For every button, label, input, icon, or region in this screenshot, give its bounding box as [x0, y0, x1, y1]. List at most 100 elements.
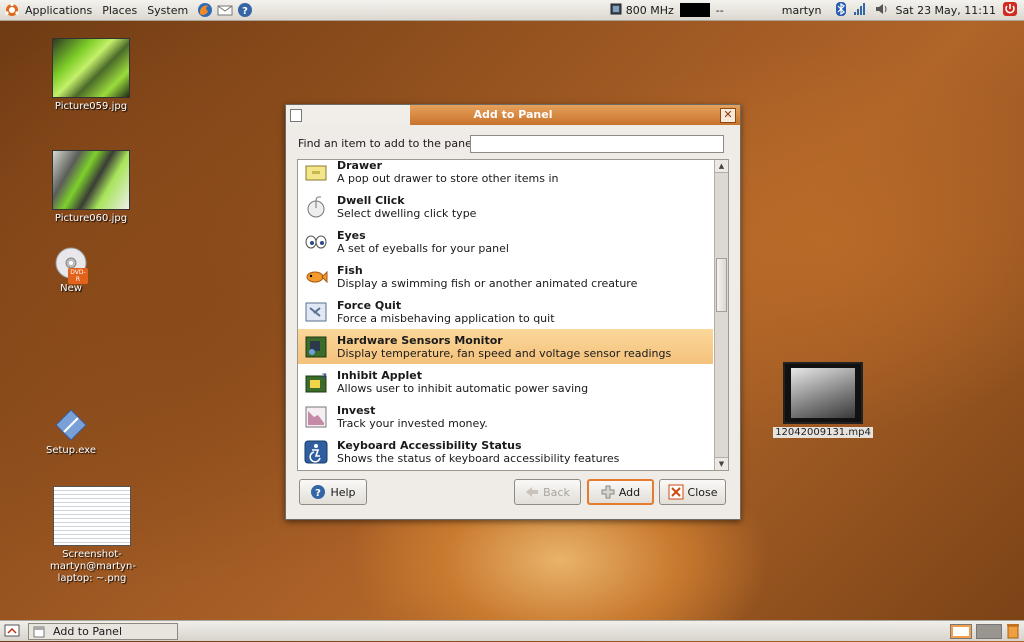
- cpu-chip-icon[interactable]: [608, 1, 624, 20]
- item-title: Force Quit: [337, 298, 402, 312]
- list-item[interactable]: Force Quit Force a misbehaving applicatio…: [298, 294, 713, 329]
- desktop-icon-label: Setup.exe: [45, 445, 97, 456]
- video-thumbnail: [783, 362, 863, 424]
- item-title: Inhibit Applet: [337, 368, 423, 382]
- item-title: Hardware Sensors Monitor: [337, 333, 503, 347]
- item-description: A pop out drawer to store other items in: [337, 171, 559, 185]
- list-item-selected[interactable]: Hardware Sensors Monitor Display temperat…: [298, 329, 713, 364]
- item-description: A set of eyeballs for your panel: [337, 241, 509, 255]
- help-icon: ?: [310, 484, 326, 500]
- titlebar-inactive-area: [286, 105, 410, 125]
- force-quit-icon: [304, 300, 328, 324]
- list-item[interactable]: Drawer A pop out drawer to store other it…: [298, 159, 713, 189]
- desktop-icon-label: Picture059.jpg: [54, 101, 128, 112]
- eyes-icon: [304, 230, 328, 254]
- executable-icon: [54, 408, 88, 442]
- invest-chart-icon: [304, 405, 328, 429]
- window-menu-icon[interactable]: [290, 109, 302, 122]
- help-button-label: Help: [330, 485, 356, 499]
- close-icon[interactable]: ✕: [720, 108, 736, 123]
- svg-text:z: z: [322, 371, 327, 380]
- item-title: Dwell Click: [337, 193, 405, 207]
- cpu-separator: --: [715, 3, 724, 17]
- back-button[interactable]: Back: [514, 479, 581, 505]
- show-desktop-icon[interactable]: [4, 623, 20, 642]
- desktop-icon-setup-exe[interactable]: Setup.exe: [36, 408, 106, 456]
- user-name[interactable]: martyn: [782, 4, 822, 17]
- power-icon[interactable]: [1002, 1, 1018, 20]
- find-input[interactable]: [470, 135, 724, 153]
- item-description: Display a swimming fish or another anima…: [337, 276, 638, 290]
- back-button-label: Back: [543, 485, 570, 499]
- scrollbar-thumb[interactable]: [716, 258, 727, 312]
- list-item[interactable]: Dwell Click Select dwelling click type: [298, 189, 713, 224]
- desktop-icon-screenshot[interactable]: Screenshot-martyn@martyn-laptop: ~.png: [30, 486, 154, 585]
- accessibility-icon: [304, 440, 328, 464]
- list-item[interactable]: z Inhibit Applet Allows user to inhibit a…: [298, 364, 713, 399]
- volume-icon[interactable]: [874, 1, 890, 20]
- desktop-icon-picture060[interactable]: Picture060.jpg: [36, 150, 146, 224]
- item-description: Display temperature, fan speed and volta…: [337, 346, 672, 360]
- clock[interactable]: Sat 23 May, 11:11: [896, 4, 996, 17]
- image-thumbnail: [53, 486, 131, 546]
- help-button[interactable]: ? Help: [299, 479, 367, 505]
- item-description: Allows user to inhibit automatic power s…: [337, 381, 589, 395]
- add-button-label: Add: [618, 485, 641, 499]
- network-signal-icon[interactable]: [852, 1, 868, 20]
- item-title: Keyboard Accessibility Status: [337, 438, 522, 452]
- desktop-icon-picture059[interactable]: Picture059.jpg: [36, 38, 146, 112]
- trash-icon[interactable]: [1006, 623, 1020, 642]
- drawer-icon: [304, 160, 328, 184]
- system-monitor-graph[interactable]: [679, 3, 710, 17]
- dvd-icon: DVD-R: [54, 246, 88, 284]
- dvd-badge: DVD-R: [68, 268, 88, 284]
- scroll-up-arrow-icon[interactable]: ▲: [715, 160, 728, 173]
- item-title: Eyes: [337, 228, 366, 242]
- scroll-down-arrow-icon[interactable]: ▼: [715, 457, 728, 470]
- add-button[interactable]: Add: [587, 479, 654, 505]
- bottom-panel: Add to Panel: [0, 620, 1024, 641]
- find-label: Find an item to add to the panel:: [298, 137, 479, 150]
- cpu-frequency: 800 MHz: [625, 3, 674, 17]
- window-icon: [33, 626, 45, 638]
- workspace-1[interactable]: [950, 624, 972, 639]
- item-description: Shows the status of keyboard accessibili…: [337, 451, 620, 465]
- svg-text:?: ?: [242, 6, 248, 17]
- close-button[interactable]: Close: [659, 479, 726, 505]
- menu-system[interactable]: System: [142, 4, 193, 17]
- menu-applications[interactable]: Applications: [20, 4, 97, 17]
- sensor-chip-icon: [304, 335, 328, 359]
- desktop-icon-label: Screenshot-martyn@martyn-laptop: ~.png: [50, 549, 136, 584]
- fish-icon: [304, 265, 328, 289]
- taskbar-label: Add to Panel: [53, 625, 123, 638]
- taskbar-add-to-panel[interactable]: Add to Panel: [28, 623, 178, 640]
- inhibit-icon: z: [304, 370, 328, 394]
- ubuntu-logo-icon[interactable]: [4, 0, 20, 20]
- desktop-icon-video[interactable]: 12042009131.mp4: [768, 362, 878, 438]
- item-description: Track your invested money.: [337, 416, 488, 430]
- desktop-icon-dvd[interactable]: DVD-R New: [36, 246, 106, 294]
- arrow-left-icon: [525, 485, 539, 499]
- item-title: Invest: [337, 403, 376, 417]
- item-title: Drawer: [337, 159, 383, 172]
- list-scrollbar[interactable]: ▲ ▼: [714, 160, 728, 470]
- mail-icon[interactable]: [217, 0, 233, 20]
- item-list[interactable]: Drawer A pop out drawer to store other it…: [297, 159, 729, 471]
- dialog-title: Add to Panel: [473, 108, 553, 121]
- list-item[interactable]: Eyes A set of eyeballs for your panel: [298, 224, 713, 259]
- image-thumbnail: [52, 38, 130, 98]
- dialog-titlebar[interactable]: Add to Panel ✕: [286, 105, 740, 125]
- desktop-icon-label: New: [60, 283, 82, 294]
- list-item[interactable]: Keyboard Accessibility Status Shows the s…: [298, 434, 713, 469]
- firefox-icon[interactable]: [197, 0, 213, 20]
- menu-places[interactable]: Places: [97, 4, 142, 17]
- bluetooth-icon[interactable]: [835, 1, 846, 20]
- list-item[interactable]: Fish Display a swimming fish or another a…: [298, 259, 713, 294]
- close-x-icon: [668, 484, 684, 500]
- image-thumbnail: [52, 150, 130, 210]
- item-title: Fish: [337, 263, 363, 277]
- help-icon[interactable]: ?: [237, 0, 253, 20]
- workspace-2[interactable]: [976, 624, 1002, 639]
- find-row: Find an item to add to the panel:: [298, 137, 479, 150]
- list-item[interactable]: Invest Track your invested money.: [298, 399, 713, 434]
